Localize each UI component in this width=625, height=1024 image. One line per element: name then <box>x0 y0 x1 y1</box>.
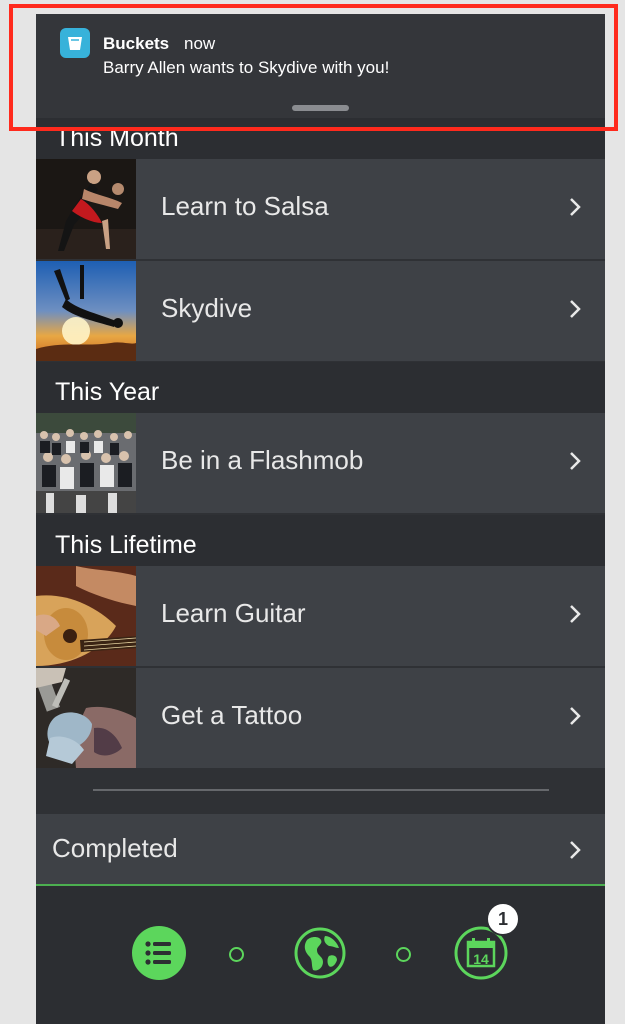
chevron-right-icon <box>570 198 581 216</box>
list-item-learn-guitar[interactable]: Learn Guitar <box>36 566 605 666</box>
item-label: Learn Guitar <box>161 598 306 628</box>
section-title: This Year <box>55 378 160 406</box>
item-label: Be in a Flashmob <box>161 445 364 475</box>
chevron-right-icon <box>570 300 581 318</box>
notification-drag-handle[interactable] <box>292 105 349 111</box>
globe-icon <box>294 927 346 979</box>
buckets-app-icon <box>60 28 90 58</box>
notification-message: Barry Allen wants to Skydive with you! <box>103 58 390 77</box>
page-dot <box>229 947 244 962</box>
notification-time: now <box>184 34 216 53</box>
completed-label: Completed <box>52 833 178 863</box>
notification-banner[interactable]: Buckets now Barry Allen wants to Skydive… <box>36 14 605 118</box>
chevron-right-icon <box>570 452 581 470</box>
notification-app-name: Buckets <box>103 34 170 53</box>
skydive-photo <box>36 261 136 361</box>
chevron-right-icon <box>570 605 581 623</box>
item-label: Skydive <box>161 293 253 323</box>
section-title: This Lifetime <box>55 531 197 559</box>
list-item-be-in-a-flashmob[interactable]: Be in a Flashmob <box>36 413 605 513</box>
notification-badge: 1 <box>486 902 520 936</box>
divider <box>93 789 549 791</box>
section-header-this-year: This Year <box>36 362 605 413</box>
tattoo-photo <box>36 668 136 768</box>
tab-globe[interactable] <box>293 926 347 980</box>
page-dot <box>396 947 411 962</box>
list-item-skydive[interactable]: Skydive <box>36 261 605 361</box>
phone-screen: This Month Learn to Salsa Skydive This Y… <box>36 14 605 1024</box>
chevron-right-icon <box>570 707 581 725</box>
list-item-get-a-tattoo[interactable]: Get a Tattoo <box>36 668 605 768</box>
guitar-photo <box>36 566 136 666</box>
flashmob-photo <box>36 413 136 513</box>
section-title: This Month <box>55 124 179 152</box>
chevron-right-icon <box>570 841 581 859</box>
list-icon <box>132 926 186 980</box>
tab-bar: 14 <box>36 884 605 1024</box>
salsa-photo <box>36 159 136 259</box>
list-item-learn-to-salsa[interactable]: Learn to Salsa <box>36 159 605 259</box>
item-label: Get a Tattoo <box>161 700 303 730</box>
section-header-this-lifetime: This Lifetime <box>36 515 605 566</box>
completed-row[interactable]: Completed <box>36 814 605 884</box>
calendar-day: 14 <box>473 951 489 967</box>
tab-list[interactable] <box>132 926 186 980</box>
item-label: Learn to Salsa <box>161 191 329 221</box>
